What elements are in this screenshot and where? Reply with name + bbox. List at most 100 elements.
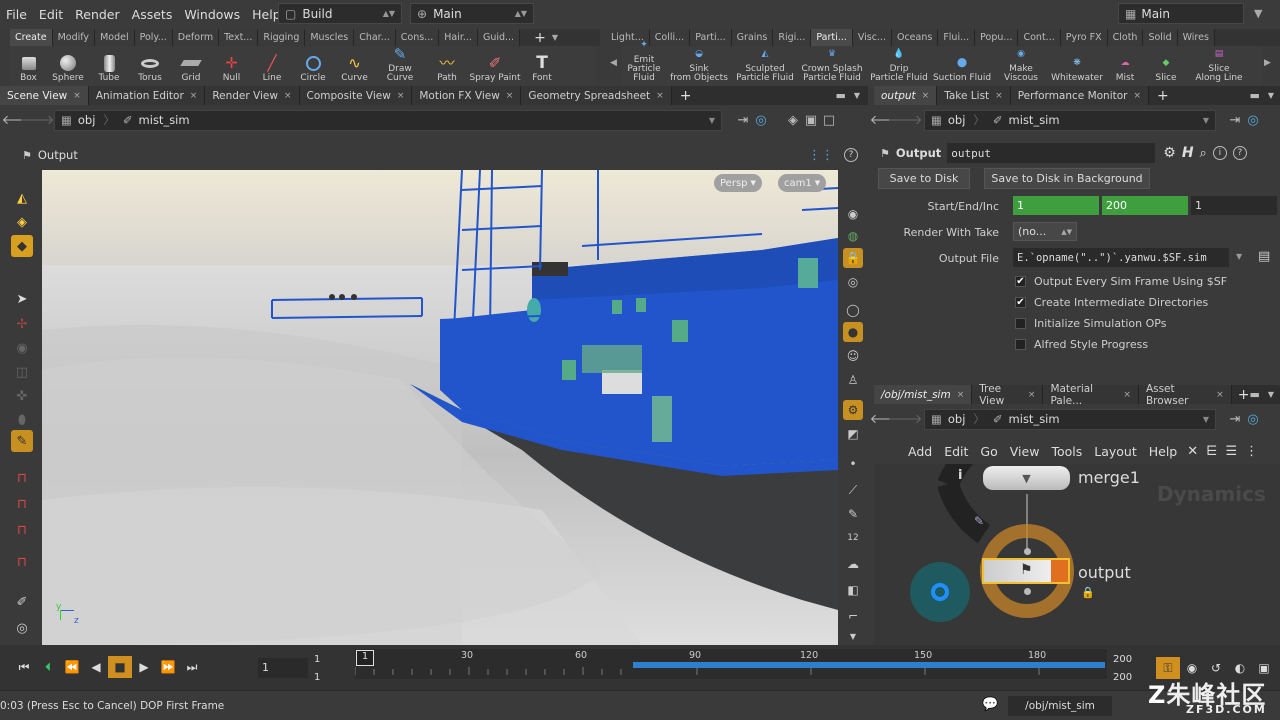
checkbox-unchecked[interactable] [1015, 339, 1026, 350]
save-to-disk-background-button[interactable]: Save to Disk in Background [984, 168, 1150, 189]
range-end-2[interactable]: 200 [1113, 672, 1132, 683]
tab-render-view[interactable]: Render View × [205, 86, 300, 105]
menu-assets[interactable]: Assets [126, 7, 179, 22]
range-start-2[interactable]: 1 [314, 672, 320, 683]
tool-make-viscous[interactable]: ◉ Make Viscous [992, 45, 1050, 86]
tool-null[interactable]: ✛ Null [211, 54, 252, 86]
ghost-icon[interactable]: ☺ [843, 346, 863, 366]
play-icon[interactable]: ▶ [132, 656, 156, 678]
close-icon[interactable]: × [397, 91, 405, 101]
shelf-tab-text[interactable]: Text... [219, 29, 259, 46]
close-icon[interactable]: × [284, 91, 292, 101]
tool-sphere[interactable]: Sphere [47, 54, 89, 86]
layout-icon[interactable]: ⋮⋮ [808, 148, 834, 163]
tool-line[interactable]: ╱ Line [252, 54, 292, 86]
tool-tube[interactable]: Tube [89, 54, 129, 86]
translate-icon[interactable]: ✢ [11, 313, 33, 335]
jump-end-icon[interactable]: ⏭ [180, 656, 204, 678]
snap-icon[interactable]: ⊓ [11, 493, 33, 515]
camera-icon[interactable]: ◎ [843, 272, 863, 292]
shelf-tab-cloth[interactable]: Cloth [1107, 29, 1144, 46]
person-icon[interactable]: ♙ [843, 370, 863, 390]
close-icon[interactable]: × [73, 91, 81, 101]
info-icon[interactable]: i [1212, 146, 1227, 160]
param-path-input[interactable]: ▦ obj 〉 ✐ mist_sim ▼ [924, 109, 1216, 131]
display-icon[interactable]: ◈ [784, 111, 802, 129]
tool-font[interactable]: T Font [521, 54, 563, 86]
range-start-1[interactable]: 1 [314, 654, 320, 665]
desktop-right-dropdown[interactable]: ▦ Main [1118, 3, 1244, 24]
shelf-tab-cons[interactable]: Cons... [395, 29, 440, 46]
close-icon[interactable]: × [922, 91, 930, 101]
close-icon[interactable]: × [995, 91, 1003, 101]
jump-start-icon[interactable]: ⏮ [12, 656, 36, 678]
pin-icon[interactable]: ⇥ [1226, 410, 1244, 428]
shading-icon[interactable]: ◍ [843, 226, 863, 246]
grid-view-icon[interactable]: ⋮ [1245, 444, 1258, 459]
file-browse-icon[interactable]: ▤ [1258, 249, 1270, 264]
gear-icon[interactable]: ⚙ [843, 400, 863, 420]
tab-motion-fx-view[interactable]: Motion FX View × [412, 86, 522, 105]
brush-icon[interactable]: ⬮ [11, 409, 33, 431]
shelf-tab-create[interactable]: Create [10, 29, 53, 46]
link-icon[interactable]: ◎ [752, 111, 770, 129]
edit-icon[interactable]: ✎ [974, 514, 984, 528]
lock-icon[interactable]: 🔒 [843, 248, 863, 268]
tool-whitewater[interactable]: ❋ Whitewater [1050, 54, 1104, 86]
net-menu-help[interactable]: Help [1143, 444, 1184, 459]
viewport[interactable]: Persp ▼ cam1 ▼ y z [42, 170, 838, 645]
scroll-right-icon[interactable]: ▶ [1264, 58, 1271, 68]
shelf-tab-cont[interactable]: Cont... [1018, 29, 1061, 46]
reset-icon[interactable]: ◎ [11, 617, 33, 639]
forward-icon[interactable]: 🡒 [20, 111, 55, 129]
stop-icon[interactable]: ■ [108, 656, 132, 678]
output-file-input[interactable]: E.`opname("..")`.yanwu.$SF.sim [1013, 248, 1229, 267]
input-connector[interactable] [1024, 548, 1031, 555]
tool-slice-along-line[interactable]: ▤ Slice Along Line [1186, 45, 1252, 86]
tool-slice[interactable]: ◆ Slice [1146, 54, 1186, 86]
corner-icon[interactable]: ⌐ [843, 606, 863, 626]
wrench-icon[interactable]: ✕ [1187, 444, 1198, 459]
link-icon[interactable]: ◎ [1244, 111, 1262, 129]
chevron-down-icon[interactable]: ▼ [1268, 390, 1274, 399]
tool-box[interactable]: Box [10, 54, 47, 86]
output-connector[interactable] [1024, 588, 1031, 595]
shelf-tab-muscles[interactable]: Muscles [305, 29, 355, 46]
close-icon[interactable]: × [1028, 390, 1036, 400]
arrow-icon[interactable]: ➤ [11, 288, 33, 310]
context-dropdown[interactable]: ⊕ Main ▲▼ [410, 3, 534, 24]
chevron-down-icon[interactable]: ▼ [1268, 91, 1274, 100]
cloud-icon[interactable]: ☁ [843, 554, 863, 574]
checkbox-checked[interactable]: ✔ [1015, 276, 1026, 287]
magnet-icon[interactable]: ⊓ [11, 467, 33, 489]
tab-composite-view[interactable]: Composite View × [299, 86, 413, 105]
search-icon[interactable]: ⌕ [1200, 146, 1207, 161]
lock-icon[interactable]: 🔒 [1081, 586, 1095, 599]
shelf-tab-flui[interactable]: Flui... [938, 29, 976, 46]
shelf-tab-popu[interactable]: Popu... [975, 29, 1019, 46]
add-tab-icon[interactable]: + [680, 88, 692, 104]
chevron-down-icon[interactable]: ▼ [1236, 252, 1242, 261]
tab-obj-mist-sim[interactable]: /obj/mist_sim × [874, 385, 973, 404]
layers-icon[interactable]: ◧ [843, 580, 863, 600]
shelf-tab-poly[interactable]: Poly... [134, 29, 173, 46]
scale-icon[interactable]: ◫ [11, 361, 33, 383]
tool-grid[interactable]: Grid [171, 54, 211, 86]
shelf-tab-wires[interactable]: Wires [1177, 29, 1215, 46]
shelf-tab-oceans[interactable]: Oceans [891, 29, 939, 46]
tool-spray-paint[interactable]: ✐ Spray Paint [469, 54, 521, 86]
shelf-tab-hair[interactable]: Hair... [439, 29, 478, 46]
net-menu-layout[interactable]: Layout [1088, 444, 1143, 459]
hscript-icon[interactable]: H [1182, 145, 1194, 161]
shelf-tab-rigi[interactable]: Rigi... [773, 29, 812, 46]
tool-circle[interactable]: Circle [292, 54, 334, 86]
end-frame-field[interactable]: 200 [1102, 196, 1188, 215]
timeline-track[interactable]: 1 30 60 90 120 150 180 [355, 649, 1107, 679]
handle-icon[interactable]: ✜ [11, 385, 33, 407]
chevron-down-icon[interactable]: ▼ [552, 33, 558, 42]
display-options-icon[interactable]: ◉ [843, 204, 863, 224]
desktop-dropdown[interactable]: ▢ Build ▲▼ [278, 3, 402, 24]
pose-icon[interactable]: ◆ [11, 235, 33, 257]
tool-drip-particle-fluid[interactable]: 💧 Drip Particle Fluid [866, 45, 932, 86]
shelf-tab-modify[interactable]: Modify [52, 29, 96, 46]
